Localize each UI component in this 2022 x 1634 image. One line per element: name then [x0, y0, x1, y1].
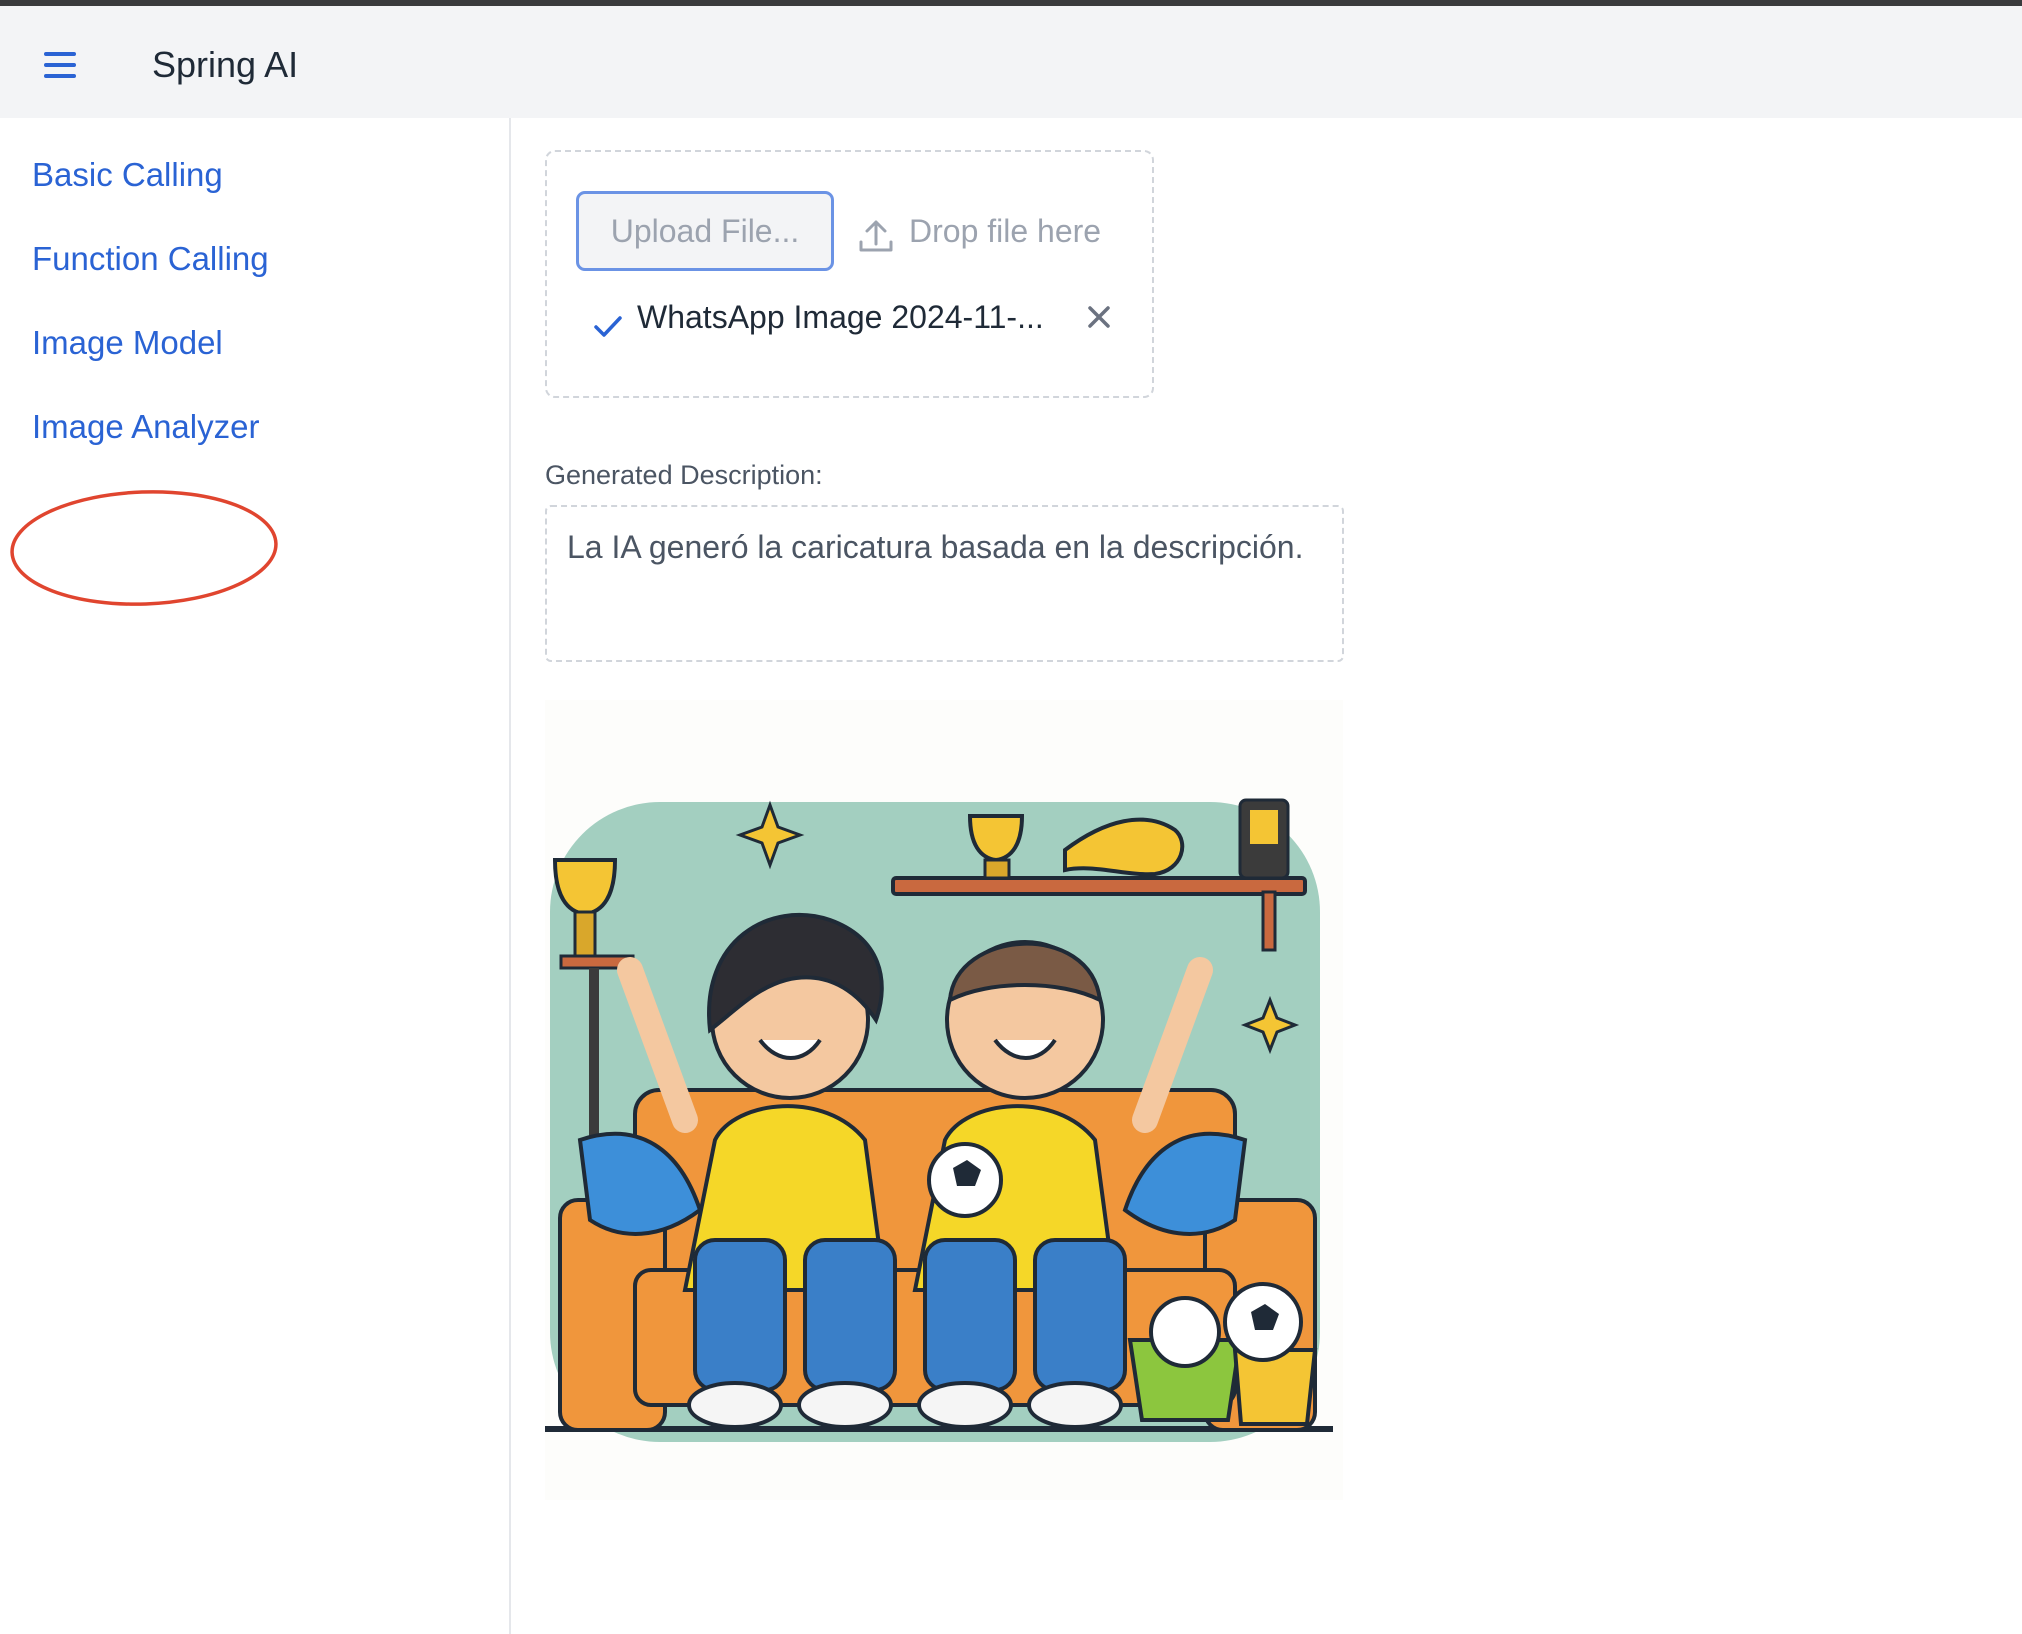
drop-file-label: Drop file here — [909, 213, 1102, 249]
generated-description-label: Generated Description: — [545, 460, 823, 490]
highlight-circle-annotation — [10, 490, 278, 606]
app-title: Spring AI — [152, 44, 299, 85]
app-header: Spring AI — [0, 6, 2022, 118]
sidebar-nav: Basic Calling Function Calling Image Mod… — [0, 118, 511, 1634]
sidebar-item-function-calling[interactable]: Function Calling — [32, 240, 269, 278]
sidebar-item-image-model[interactable]: Image Model — [32, 324, 223, 362]
cartoon-fans-illustration — [545, 798, 1333, 1442]
upload-arrow-icon — [859, 220, 893, 252]
sidebar-item-image-analyzer[interactable]: Image Analyzer — [32, 408, 259, 446]
uploaded-file-name: WhatsApp Image 2024-11-... — [637, 299, 1044, 335]
sidebar-item-basic-calling[interactable]: Basic Calling — [32, 156, 223, 194]
file-upload-area[interactable]: Upload File... Drop file here WhatsApp I… — [545, 150, 1154, 398]
hamburger-menu-icon[interactable] — [40, 50, 80, 82]
analyzed-image — [545, 700, 1343, 1500]
checkmark-icon — [594, 316, 622, 337]
close-icon[interactable] — [1084, 302, 1114, 332]
upload-file-button[interactable]: Upload File... — [576, 191, 834, 271]
generated-description-textarea[interactable]: La IA generó la caricatura basada en la … — [545, 505, 1344, 662]
